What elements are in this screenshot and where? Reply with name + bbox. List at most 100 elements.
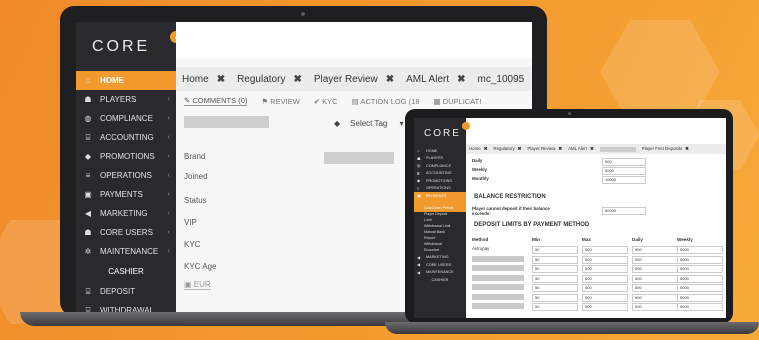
tab-regulatory[interactable]: Regulatory ✖ [490,146,524,152]
limit-cell-min[interactable]: 50 [532,265,578,273]
sidebar-item-home[interactable]: ⌂ HOME [414,147,466,155]
sidebar-item-withdrawal[interactable]: ⌸ WITHDRAWAL [76,301,176,313]
column-header-max: Max [582,237,591,242]
limit-cell-weekly[interactable]: 5000 [677,265,723,273]
subtab-label: KYC [322,96,338,106]
select-tag-dropdown[interactable]: ◆ Select Tag ▾ [334,119,404,128]
sidebar-item-maintenance[interactable]: ◀ MAINTENANCE [414,269,466,277]
tab-mc-10095[interactable]: mc_10095 [472,74,531,85]
nav-icon: ≡ [417,185,420,191]
sidebar-item-label: COMPLIANCE [100,114,153,123]
limit-input-daily[interactable]: 500 [602,158,646,166]
limit-cell-max[interactable]: 500 [582,246,628,254]
balance-restriction-label: Player cannot deposit if their balance e… [472,206,550,216]
tab-player-review[interactable]: Player Review ✖ [524,146,565,152]
limit-cell-weekly[interactable]: 5000 [677,246,723,254]
sidebar-item-compliance[interactable]: ◍ COMPLIANCE [414,162,466,170]
close-icon[interactable]: ✖ [685,146,689,151]
subtab-duplicati[interactable]: ▦ DUPLICATI [434,97,482,106]
close-icon[interactable]: ✖ [457,74,465,85]
sidebar-item-marketing[interactable]: ◀ MARKETING ‹ [76,204,176,223]
sidebar-item-compliance[interactable]: ◍ COMPLIANCE ‹ [76,109,176,128]
limit-cell-weekly[interactable]: 5000 [677,255,723,264]
limit-cell-max[interactable]: 500 [582,265,628,273]
sidebar-item-accounting[interactable]: ⌸ ACCOUNTING ‹ [76,128,176,147]
sidebar-item-accounting[interactable]: ⌸ ACCOUNTING [414,170,466,178]
tab-home[interactable]: Home ✖ [176,74,231,85]
tab-player-review[interactable]: Player Review ✖ [308,74,400,85]
nav-icon: ⌸ [417,170,420,176]
close-icon[interactable]: ✖ [518,146,522,151]
sidebar-item-core-users[interactable]: ◀ CORE USERS [414,261,466,269]
limit-input-monthly[interactable]: 10000 [602,176,646,184]
flag-icon: ⚑ [261,96,271,106]
limit-cell-min[interactable]: 50 [532,303,578,311]
limit-cell-daily[interactable]: 500 [632,274,678,283]
sidebar-item-operations[interactable]: ≡ OPERATIONS [414,185,466,193]
sidebar-item-players[interactable]: ☗ PLAYERS [414,155,466,163]
sidebar-item-promotions[interactable]: ◆ PROMOTIONS ‹ [76,147,176,166]
subtab-kyc[interactable]: ✔ KYC [314,97,338,106]
limit-label-weekly: Weekly [472,167,488,172]
tab-home[interactable]: Home ✖ [466,146,490,152]
limit-cell-min[interactable]: 50 [532,246,578,254]
sidebar-item-label: WITHDRAWAL [100,306,155,312]
sidebar-item-deposit[interactable]: ⌸ DEPOSIT [76,282,176,301]
limit-cell-daily[interactable]: 500 [632,303,678,311]
limit-cell-max[interactable]: 500 [582,284,628,292]
close-icon[interactable]: ✖ [217,74,225,85]
subtab-comments-0[interactable]: ✎ COMMENTS (0) [184,96,248,106]
limit-cell-max[interactable]: 500 [582,303,628,311]
tab-aml-alert[interactable]: AML Alert ✖ [400,74,471,85]
close-icon[interactable]: ✖ [558,146,562,151]
limit-cell-daily[interactable]: 500 [632,255,678,264]
sidebar-item-marketing[interactable]: ◀ MARKETING [414,254,466,262]
limit-cell-min[interactable]: 50 [532,255,578,264]
sidebar-item-core-users[interactable]: ☗ CORE USERS ‹ [76,223,176,242]
limit-cell-weekly[interactable]: 5000 [677,274,723,283]
sidebar-item-payments[interactable]: ▣ PAYMENTS [414,192,466,200]
sidebar-item-label: PLAYERS [426,156,444,161]
limit-cell-min[interactable]: 50 [532,293,578,302]
limit-cell-min[interactable]: 50 [532,274,578,283]
tab-aml-alert[interactable]: AML Alert ✖ [565,146,597,152]
tab-label: AML Alert [406,73,450,85]
limit-cell-daily[interactable]: 500 [632,293,678,302]
tab-regulatory[interactable]: Regulatory ✖ [231,74,308,85]
check-icon: ✔ [313,96,323,106]
close-icon[interactable]: ✖ [590,146,594,151]
limit-cell-weekly[interactable]: 5000 [677,303,723,311]
subtab-review[interactable]: ⚑ REVIEW [261,97,299,106]
chevron-left-icon: ‹ [167,210,170,217]
close-icon[interactable]: ✖ [293,74,301,85]
sidebar-item-promotions[interactable]: ◆ PROMOTIONS [414,177,466,185]
cashier-heading-small: CASHIER [431,277,449,282]
close-icon[interactable]: ✖ [386,74,394,85]
sidebar-item-home[interactable]: ⌂ HOME [76,71,176,90]
limit-cell-daily[interactable]: 500 [632,284,678,292]
small-laptop-screen: CORE ⌂ HOME ☗ PLAYERS ◍ COMPLIANCE ⌸ ACCOUNTING… [414,118,726,318]
limit-cell-weekly[interactable]: 5000 [677,284,723,292]
limit-cell-max[interactable]: 500 [582,255,628,264]
sidebar-item-maintenance[interactable]: ✲ MAINTENANCE ‹ [76,242,176,261]
sidebar-item-players[interactable]: ☗ PLAYERS ‹ [76,90,176,109]
chevron-left-icon: ‹ [167,96,170,103]
limit-cell-daily[interactable]: 500 [632,246,678,254]
chevron-left-icon: ‹ [167,229,170,236]
sidebar-item-payments[interactable]: ▣ PAYMENTS ‹ [76,185,176,204]
limit-input-weekly[interactable]: 5000 [602,167,646,175]
subtab-action-log-18[interactable]: ▤ ACTION LOG (18 [352,97,420,106]
balance-restriction-input[interactable]: 80000 [602,207,646,215]
limit-cell-max[interactable]: 500 [582,293,628,302]
tab-player-first-deposits[interactable]: Player First Deposits ✖ [639,146,692,152]
limit-cell-weekly[interactable]: 5000 [677,293,723,302]
chevron-left-icon: ‹ [167,115,170,122]
limit-cell-daily[interactable]: 500 [632,265,678,273]
tab-redacted[interactable] [599,146,636,152]
sidebar-item-operations[interactable]: ≡ OPERATIONS ‹ [76,166,176,185]
limit-cell-min[interactable]: 50 [532,284,578,292]
cashier-nav: ⌸ DEPOSIT ⌸ WITHDRAWAL [76,282,176,313]
sidebar-nav: ⌂ HOME ☗ PLAYERS ‹ ◍ COMPLIANCE ‹ ⌸ ACCOUNTING ‹ ◆ P… [76,71,176,261]
limit-cell-max[interactable]: 500 [582,274,628,283]
close-icon[interactable]: ✖ [484,146,488,151]
